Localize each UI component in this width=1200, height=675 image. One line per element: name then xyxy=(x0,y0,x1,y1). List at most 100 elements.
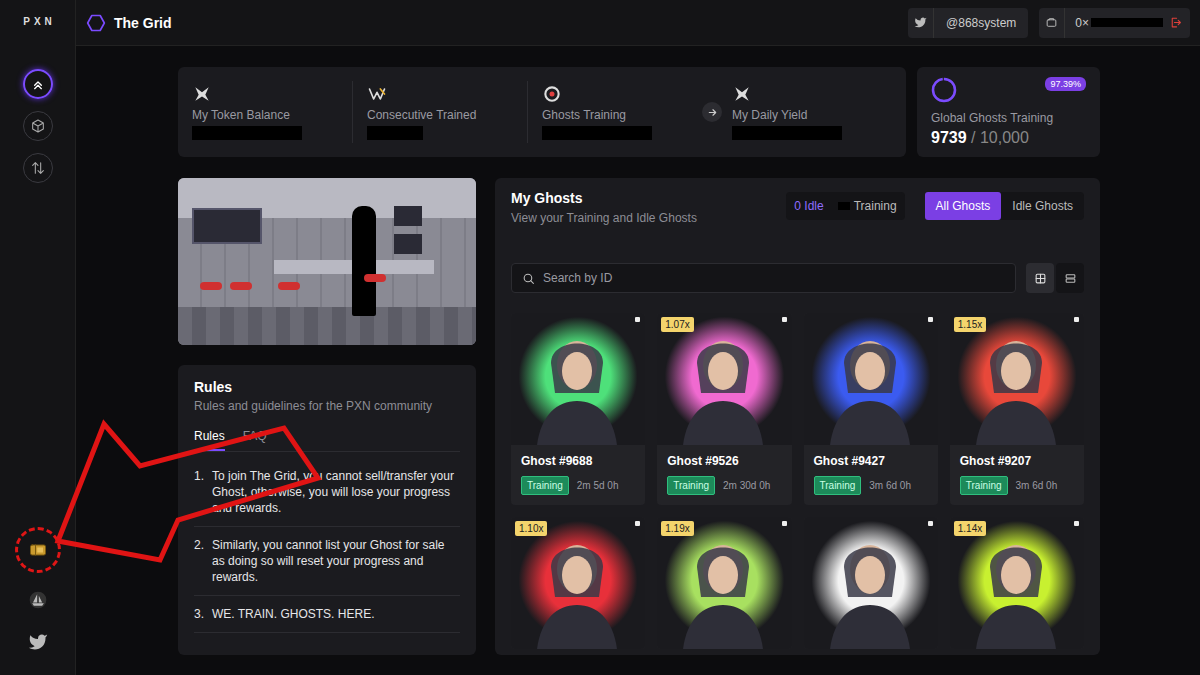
ghost-card[interactable]: Ghost #9688Training 2m 5d 0h xyxy=(511,313,645,505)
global-label: Global Ghosts Training xyxy=(931,111,1086,125)
ghost-image xyxy=(804,313,938,445)
ghost-card[interactable]: 1.14x xyxy=(950,517,1084,649)
cube-icon xyxy=(30,118,46,134)
ghost-card[interactable]: 1.19x xyxy=(657,517,791,649)
left-column: Rules Rules and guidelines for the PXN co… xyxy=(178,178,476,655)
stat-label: My Token Balance xyxy=(192,108,352,122)
panel-header: My GhostsView your Training and Idle Gho… xyxy=(511,190,1084,235)
icon-box xyxy=(1039,8,1065,38)
status-tag: Training xyxy=(521,476,569,495)
rules-tabs: Rules FAQ xyxy=(194,429,460,452)
rule-number: 3. xyxy=(194,606,204,622)
sidebar-bottom xyxy=(23,535,53,657)
pxn-logo[interactable]: PXN xyxy=(19,16,56,27)
twitter-button[interactable]: @868system xyxy=(908,8,1028,38)
rules-list: 1.To join The Grid, you cannot sell/tran… xyxy=(194,458,460,633)
sidebar-item[interactable] xyxy=(23,153,53,183)
progress-ring xyxy=(931,77,957,103)
training-time: 2m 30d 0h xyxy=(723,480,770,491)
ghost-image: 1.10x xyxy=(511,517,645,649)
redaction xyxy=(1091,18,1163,27)
rules-tab[interactable]: Rules xyxy=(194,429,225,451)
content-row: Rules Rules and guidelines for the PXN co… xyxy=(178,178,1100,655)
corner-mark xyxy=(1074,521,1079,526)
ghost-status-row: Training 2m 30d 0h xyxy=(657,476,791,505)
training-time: 3m 6d 0h xyxy=(1016,480,1058,491)
ghost-name: Ghost #9688 xyxy=(511,445,645,476)
ghost-card[interactable]: 1.10x xyxy=(511,517,645,649)
annotation-arrow-icon xyxy=(0,0,1200,675)
count-redaction xyxy=(838,202,850,210)
stat-item: Ghosts Training xyxy=(527,81,702,143)
panel-heading: My GhostsView your Training and Idle Gho… xyxy=(511,190,697,225)
sidebar-item[interactable] xyxy=(23,111,53,141)
filter-tab[interactable]: Idle Ghosts xyxy=(1001,192,1084,220)
corner-mark xyxy=(1074,317,1079,322)
ghost-image: 1.14x xyxy=(950,517,1084,649)
ghost-image: 1.15x xyxy=(950,313,1084,445)
ghost-status-row: Training3m 6d 0h xyxy=(804,476,938,505)
view-button[interactable] xyxy=(1056,263,1084,293)
view-toggle xyxy=(1026,263,1084,293)
rules-subtitle: Rules and guidelines for the PXN communi… xyxy=(194,399,460,413)
rule-text: WE. TRAIN. GHOSTS. HERE. xyxy=(212,606,374,622)
total: / 10,000 xyxy=(971,129,1029,146)
ghost-name: Ghost #9526 xyxy=(657,445,791,476)
ghost-card[interactable] xyxy=(804,517,938,649)
corner-mark xyxy=(635,521,640,526)
my-ghosts-panel: My GhostsView your Training and Idle Gho… xyxy=(495,178,1100,655)
count: 9739 xyxy=(931,129,967,146)
stat-icon xyxy=(192,84,212,104)
multiplier-badge: 1.07x xyxy=(661,317,693,332)
counter: Training xyxy=(838,199,897,213)
grid-logo-icon xyxy=(86,13,106,33)
counter-label: 0 Idle xyxy=(794,199,823,213)
ghost-name: Ghost #9427 xyxy=(804,445,938,476)
rule-text: Similarly, you cannot list your Ghost fo… xyxy=(212,537,460,585)
grid-view-icon xyxy=(1034,272,1047,285)
sidebar-item[interactable] xyxy=(23,69,53,99)
status-tag: Training xyxy=(667,476,715,495)
progress-ring-fill xyxy=(933,79,955,101)
corner-mark xyxy=(782,317,787,322)
view-button[interactable] xyxy=(1026,263,1054,293)
stat-icon xyxy=(542,84,562,104)
opensea-icon xyxy=(28,590,48,610)
rule-number: 1. xyxy=(194,468,204,516)
ghost-card[interactable]: Ghost #9427Training3m 6d 0h xyxy=(804,313,938,505)
training-time: 2m 5d 0h xyxy=(577,480,619,491)
corner-mark xyxy=(635,317,640,322)
filter-segments: All GhostsIdle Ghosts xyxy=(925,192,1084,220)
wallet-address: 0× xyxy=(1065,16,1089,30)
twitter-icon xyxy=(914,16,927,29)
panel-controls: 0 Idle Training All GhostsIdle Ghosts xyxy=(786,192,1084,220)
wallet-button[interactable]: 0× xyxy=(1039,8,1190,38)
global-text: Global Ghosts Training 9739 / 10,000 xyxy=(931,111,1086,147)
stat-item: My Token Balance xyxy=(192,81,352,143)
sidebar-item[interactable] xyxy=(23,627,53,657)
twitter-handle: @868system xyxy=(934,16,1028,30)
search-input[interactable] xyxy=(543,271,1005,285)
rules-card: Rules Rules and guidelines for the PXN co… xyxy=(178,365,476,655)
sidebar-item[interactable] xyxy=(23,535,53,565)
sidebar-item[interactable] xyxy=(23,585,53,615)
stat-label: Consecutive Trained xyxy=(367,108,527,122)
global-count: 9739 / 10,000 xyxy=(931,129,1086,147)
multiplier-badge: 1.14x xyxy=(954,521,986,536)
ghost-image xyxy=(511,313,645,445)
rules-tab[interactable]: FAQ xyxy=(243,429,267,451)
filter-tab[interactable]: All Ghosts xyxy=(925,192,1002,220)
ghost-name: Ghost #9207 xyxy=(950,445,1084,476)
ghost-card[interactable]: 1.07x Ghost #9526Training 2m 30d 0h xyxy=(657,313,791,505)
stat-icon xyxy=(732,84,752,104)
rule-item: 3. WE. TRAIN. GHOSTS. HERE. xyxy=(194,596,460,633)
status-tag: Training xyxy=(960,476,1008,495)
global-training-card: 97.39%Global Ghosts Training9739 / 10,00… xyxy=(917,67,1100,157)
chevrons-up-icon xyxy=(30,76,46,92)
rule-number: 2. xyxy=(194,537,204,585)
search-icon xyxy=(522,272,535,285)
twitter-icon xyxy=(28,632,48,652)
logout-icon xyxy=(1169,16,1182,29)
sidebar-top: PXN xyxy=(19,16,56,183)
ghost-card[interactable]: 1.15xGhost #9207Training 3m 6d 0h xyxy=(950,313,1084,505)
